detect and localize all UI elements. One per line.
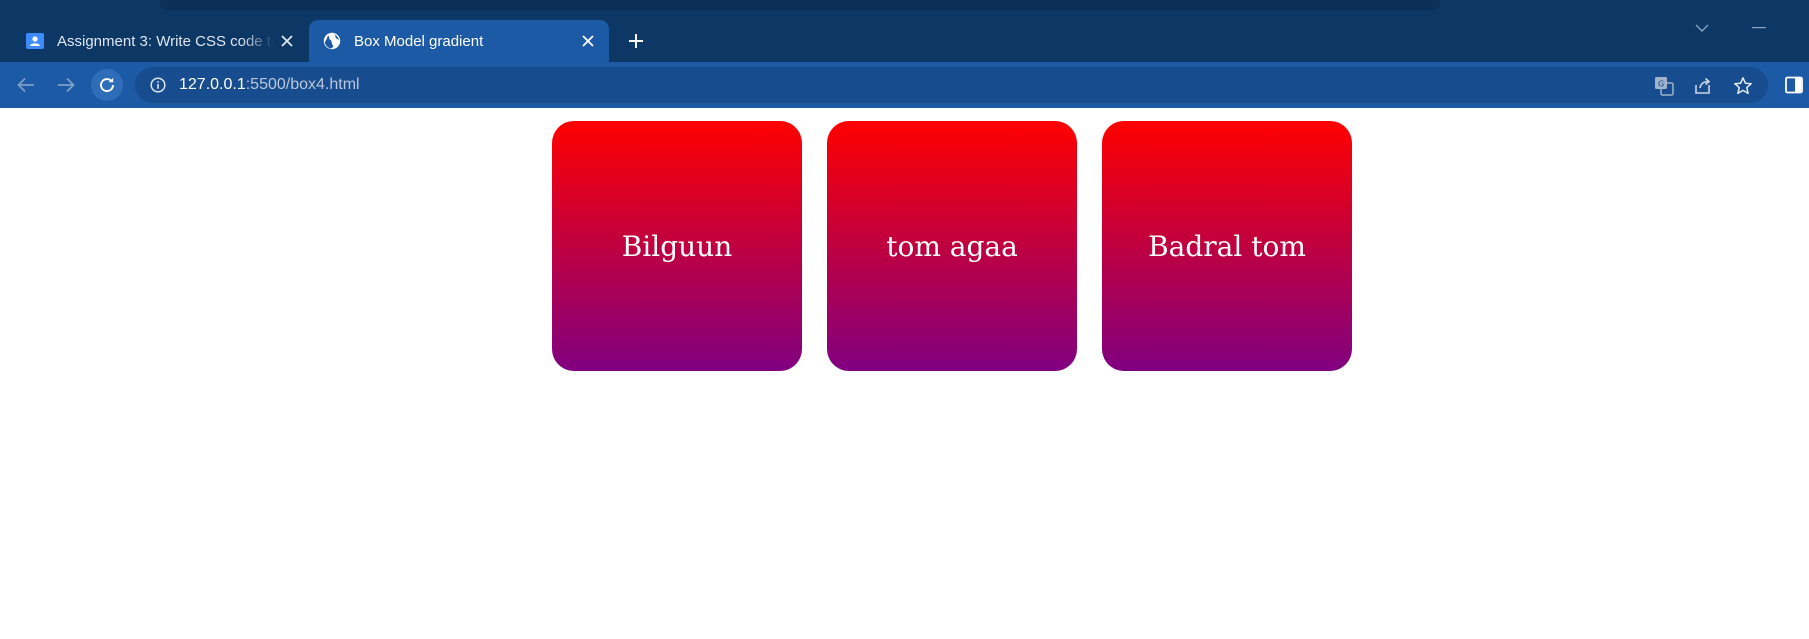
info-icon[interactable] — [148, 75, 168, 95]
share-icon[interactable] — [1692, 75, 1714, 97]
reload-icon — [100, 77, 114, 92]
close-icon[interactable] — [575, 28, 601, 54]
close-icon[interactable] — [274, 28, 300, 54]
box-label: Badral tom — [1148, 229, 1306, 263]
reload-button[interactable] — [91, 69, 123, 101]
chevron-down-icon — [1695, 24, 1709, 32]
minimize-icon — [1752, 27, 1766, 29]
arrow-left-icon — [17, 77, 34, 93]
globe-icon — [322, 31, 342, 51]
url-host: 127.0.0.1 — [179, 76, 246, 93]
translate-icon[interactable]: G — [1653, 75, 1675, 97]
tab-title: Assignment 3: Write CSS code to — [57, 32, 274, 50]
box-label: tom agaa — [886, 229, 1018, 263]
svg-text:G: G — [1658, 80, 1664, 89]
tab-search-button[interactable] — [1687, 14, 1717, 42]
new-tab-button[interactable] — [621, 26, 651, 56]
tab-box-model[interactable]: Box Model gradient — [309, 20, 609, 62]
side-panel-icon[interactable] — [1783, 75, 1805, 95]
address-bar[interactable]: 127.0.0.1:5500/box4.html G — [135, 67, 1768, 103]
classroom-icon — [25, 31, 45, 51]
tab-title: Box Model gradient — [354, 32, 484, 50]
box-label: Bilguun — [621, 229, 733, 263]
gradient-box: Bilguun — [552, 121, 802, 371]
star-icon[interactable] — [1732, 75, 1754, 97]
arrow-right-icon — [58, 77, 75, 93]
browser-toolbar: 127.0.0.1:5500/box4.html G — [0, 62, 1809, 108]
plus-icon — [629, 34, 643, 48]
tab-assignment[interactable]: Assignment 3: Write CSS code to — [12, 20, 308, 62]
url-path: :5500/box4.html — [245, 76, 360, 93]
back-button[interactable] — [10, 69, 42, 101]
gradient-box: Badral tom — [1102, 121, 1352, 371]
titlebar-top-strip — [160, 0, 1440, 10]
page-viewport: Bilguun tom agaa Badral tom — [0, 108, 1809, 639]
url-text: 127.0.0.1:5500/box4.html — [179, 76, 360, 94]
forward-button[interactable] — [50, 69, 82, 101]
minimize-button[interactable] — [1744, 14, 1774, 42]
browser-titlebar: Assignment 3: Write CSS code to Box Mode… — [0, 0, 1809, 62]
gradient-box: tom agaa — [827, 121, 1077, 371]
